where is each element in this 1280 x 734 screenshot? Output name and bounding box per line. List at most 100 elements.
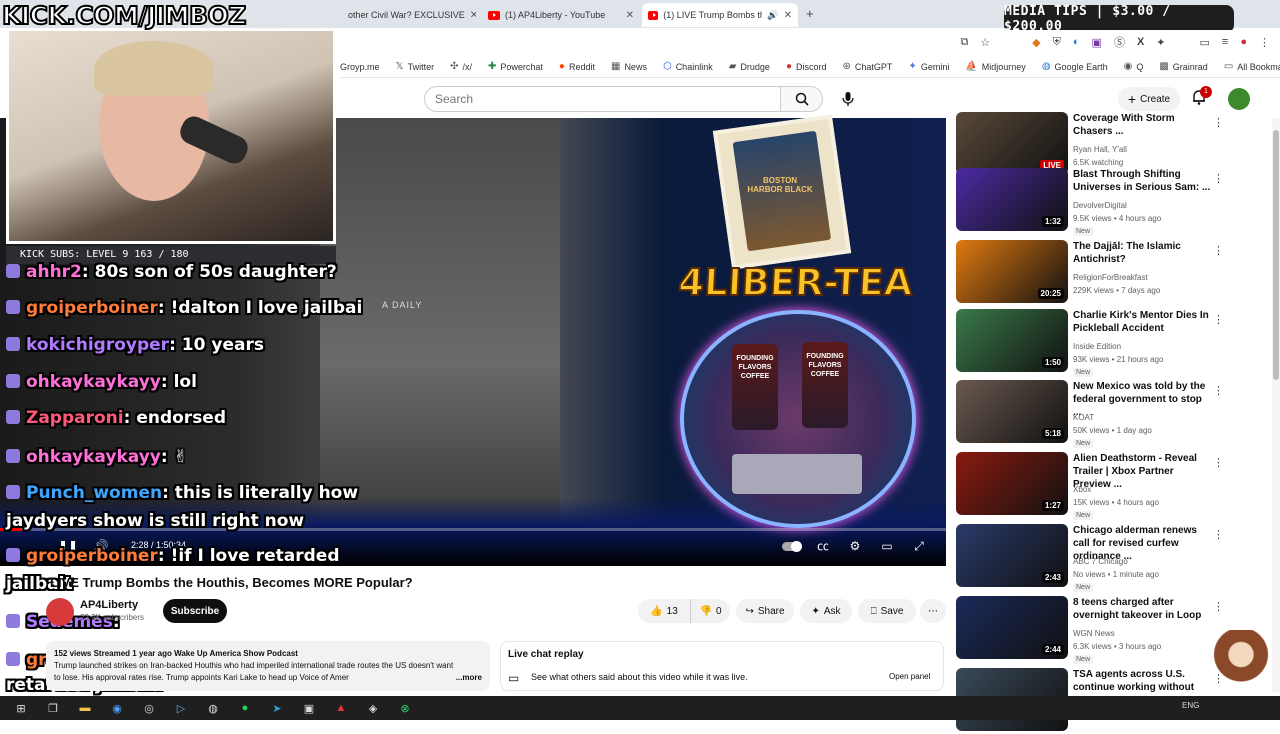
video-thumbnail[interactable]: 1:50 xyxy=(956,309,1068,372)
recommended-video[interactable]: 20:25 The Dajjāl: The Islamic Antichrist?… xyxy=(956,240,1256,306)
bookmark-groyp[interactable]: Groyp.me xyxy=(340,62,380,72)
spotify-icon[interactable]: ● xyxy=(234,699,256,717)
more-options-icon[interactable]: ⋮ xyxy=(1213,172,1224,186)
video-title[interactable]: 8 teens charged after overnight takeover… xyxy=(1073,596,1213,622)
profile-icon[interactable]: ● xyxy=(1240,36,1247,48)
steam-icon[interactable]: ◎ xyxy=(138,699,160,717)
captions-button[interactable]: ㏄ xyxy=(814,538,832,554)
shield-icon[interactable]: ⛨ xyxy=(1053,36,1061,49)
video-thumbnail[interactable]: LIVE xyxy=(956,112,1068,175)
video-title[interactable]: Blast Through Shifting Universes in Seri… xyxy=(1073,168,1213,194)
more-options-icon[interactable]: ⋮ xyxy=(1213,528,1224,542)
recommended-video[interactable]: 2:43 Chicago alderman renews call for rev… xyxy=(956,524,1256,592)
video-title[interactable]: The Dajjāl: The Islamic Antichrist? xyxy=(1073,240,1213,266)
search-button[interactable] xyxy=(781,86,823,112)
scrollbar-thumb[interactable] xyxy=(1273,130,1279,380)
close-icon[interactable]: ✕ xyxy=(470,10,476,21)
windows-start-icon[interactable]: ⊞ xyxy=(10,699,32,717)
share-button[interactable]: ↪ Share xyxy=(736,599,794,623)
recommended-video[interactable]: 5:18 New Mexico was told by the federal g… xyxy=(956,380,1256,448)
bookmark-all[interactable]: ▭All Bookmarks xyxy=(1224,61,1280,72)
obs-icon[interactable]: ◍ xyxy=(202,699,224,717)
extension-icon[interactable]: ▣ xyxy=(1092,36,1102,49)
avatar[interactable] xyxy=(1228,88,1250,110)
bookmark-drudge[interactable]: ▰ Drudge xyxy=(729,61,770,72)
media-icon[interactable]: ≡ xyxy=(1222,36,1228,48)
task-view-icon[interactable]: ❐ xyxy=(42,699,64,717)
subscribe-button[interactable]: Subscribe xyxy=(163,599,227,623)
cast-icon[interactable]: ⧉ xyxy=(960,36,968,49)
terminal-icon[interactable]: ▷ xyxy=(170,699,192,717)
notifications-button[interactable]: 1 xyxy=(1190,86,1212,110)
sidepanel-icon[interactable]: ▭ xyxy=(1200,36,1210,49)
like-button[interactable]: 👍 13 xyxy=(638,599,690,623)
dislike-button[interactable]: 👎 0 xyxy=(690,599,730,623)
bookmark-grainrad[interactable]: ▩ Grainrad xyxy=(1159,61,1207,72)
bookmark-news[interactable]: ▦ News xyxy=(611,61,647,72)
open-panel-button[interactable]: Open panel xyxy=(889,672,930,681)
video-thumbnail[interactable]: 1:27 xyxy=(956,452,1068,515)
telegram-icon[interactable]: ➤ xyxy=(266,699,288,717)
file-explorer-icon[interactable]: ▬ xyxy=(74,699,96,717)
bookmark-chainlink[interactable]: ⬡ Chainlink xyxy=(663,61,713,72)
app-icon[interactable]: ◈ xyxy=(362,699,384,717)
tab-live-trump[interactable]: (1) LIVE Trump Bombs the H 🔊 ✕ xyxy=(642,3,798,27)
channel-avatar[interactable] xyxy=(46,598,74,626)
bookmark-midjourney[interactable]: ⛵ Midjourney xyxy=(965,61,1025,72)
app-icon[interactable]: ▲ xyxy=(330,699,352,717)
close-icon[interactable]: ✕ xyxy=(626,10,634,21)
bookmark-powerchat[interactable]: ✚ Powerchat xyxy=(488,61,543,72)
recommended-video[interactable]: 1:27 Alien Deathstorm - Reveal Trailer | … xyxy=(956,452,1256,520)
bookmark-twitter[interactable]: 𝕏 Twitter xyxy=(396,61,435,72)
video-thumbnail[interactable]: 2:43 xyxy=(956,524,1068,587)
channel-name[interactable]: Xbox xyxy=(1073,485,1091,494)
new-tab-button[interactable]: + xyxy=(806,6,814,21)
extension-icon[interactable]: Ⓢ xyxy=(1114,34,1125,50)
channel-name[interactable]: Ryan Hall, Y'all xyxy=(1073,145,1127,154)
bookmark-google-earth[interactable]: ◍ Google Earth xyxy=(1042,61,1108,72)
more-link[interactable]: ...more xyxy=(456,672,482,684)
autoplay-toggle[interactable] xyxy=(780,538,802,554)
more-options-icon[interactable]: ⋮ xyxy=(1213,244,1224,258)
create-button[interactable]: + Create xyxy=(1118,87,1180,111)
channel-name[interactable]: ReligionForBreakfast xyxy=(1073,273,1148,282)
tab-ap4liberty[interactable]: (1) AP4Liberty - YouTube ✕ xyxy=(488,4,634,26)
app-icon[interactable]: ▣ xyxy=(298,699,320,717)
video-title[interactable]: Charlie Kirk's Mentor Dies In Pickleball… xyxy=(1073,309,1213,335)
video-title[interactable]: Coverage With Storm Chasers ... xyxy=(1073,112,1213,138)
channel-name[interactable]: Inside Edition xyxy=(1073,342,1121,351)
video-thumbnail[interactable]: 5:18 xyxy=(956,380,1068,443)
xbox-icon[interactable]: ⊗ xyxy=(394,699,416,717)
video-thumbnail[interactable]: 1:32 xyxy=(956,168,1068,231)
bookmark-reddit[interactable]: ● Reddit xyxy=(559,61,595,72)
recommended-video[interactable]: 1:32 Blast Through Shifting Universes in … xyxy=(956,168,1256,236)
save-button[interactable]: ⎕ Save xyxy=(858,599,916,623)
bookmark-discord[interactable]: ● Discord xyxy=(786,61,827,72)
more-actions-button[interactable]: ⋯ xyxy=(920,599,946,623)
bookmark-x[interactable]: ✣/x/ xyxy=(450,61,472,72)
more-options-icon[interactable]: ⋮ xyxy=(1213,313,1224,327)
video-title[interactable]: Alien Deathstorm - Reveal Trailer | Xbox… xyxy=(1073,452,1213,491)
x-icon[interactable]: X xyxy=(1137,36,1144,48)
mic-button[interactable] xyxy=(835,86,861,112)
star-icon[interactable]: ☆ xyxy=(980,36,990,49)
channel-name[interactable]: WGN News xyxy=(1073,629,1115,638)
theater-button[interactable]: ▭ xyxy=(878,538,896,554)
menu-icon[interactable]: ⋮ xyxy=(1259,36,1270,49)
search-input[interactable]: Search xyxy=(424,86,781,112)
bookmark-q[interactable]: ◉ Q xyxy=(1124,61,1144,72)
metamask-icon[interactable]: ◆ xyxy=(1032,36,1040,49)
bookmark-gemini[interactable]: ✦ Gemini xyxy=(908,61,949,72)
more-options-icon[interactable]: ⋮ xyxy=(1213,384,1224,398)
puzzle-icon[interactable]: ✦ xyxy=(1156,36,1165,49)
close-icon[interactable]: ✕ xyxy=(784,10,792,21)
tab-civil-war[interactable]: other Civil War? EXCLUSIVE ✕ xyxy=(348,4,476,26)
channel-name[interactable]: ABC 7 Chicago xyxy=(1073,557,1128,566)
more-options-icon[interactable]: ⋮ xyxy=(1213,456,1224,470)
fullscreen-button[interactable]: ⤢ xyxy=(910,538,928,554)
ask-button[interactable]: ✦ Ask xyxy=(800,599,852,623)
description-box[interactable]: 152 views Streamed 1 year ago Wake Up Am… xyxy=(46,641,490,691)
more-options-icon[interactable]: ⋮ xyxy=(1213,600,1224,614)
chrome-icon[interactable]: ◉ xyxy=(106,699,128,717)
extension-icon[interactable]: ◐ xyxy=(1073,36,1080,48)
